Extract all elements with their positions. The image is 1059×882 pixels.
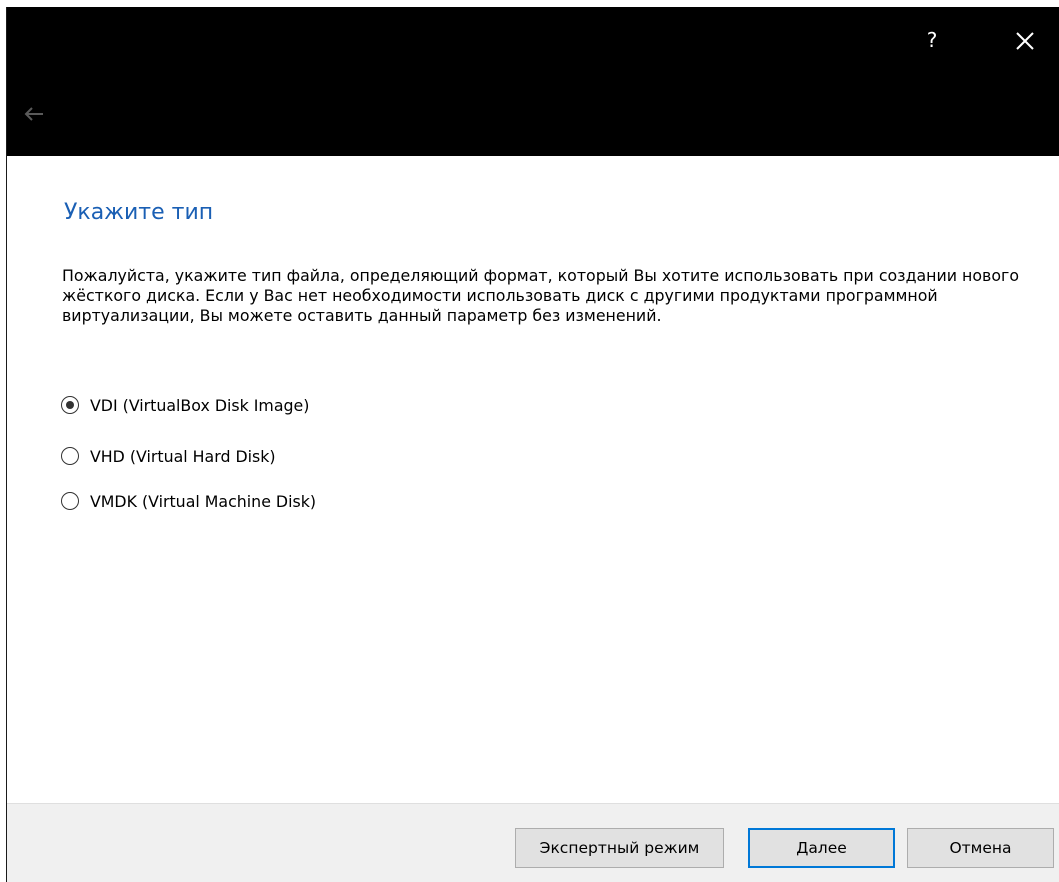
title-bar: ?: [7, 7, 1059, 156]
help-button[interactable]: ?: [917, 25, 947, 55]
radio-button[interactable]: [61, 492, 79, 510]
radio-option-vdi[interactable]: VDI (VirtualBox Disk Image): [61, 393, 309, 417]
wizard-page: Укажите тип Пожалуйста, укажите тип файл…: [7, 156, 1059, 803]
back-arrow-icon: [24, 107, 43, 121]
page-description: Пожалуйста, укажите тип файла, определяю…: [62, 266, 1019, 325]
close-button[interactable]: [1007, 23, 1043, 59]
next-button[interactable]: Далее: [748, 828, 895, 868]
close-icon: [1016, 32, 1034, 50]
page-title: Укажите тип: [64, 200, 214, 225]
back-button[interactable]: [21, 101, 47, 127]
radio-label-vdi: VDI (VirtualBox Disk Image): [90, 395, 310, 415]
expert-mode-button[interactable]: Экспертный режим: [515, 828, 724, 868]
button-bar: Экспертный режим Далее Отмена: [7, 803, 1059, 882]
radio-label-vhd: VHD (Virtual Hard Disk): [90, 446, 276, 466]
dialog-window: ? Укажите тип Пожалуйста, укажите тип фа…: [6, 7, 1059, 882]
radio-label-vmdk: VMDK (Virtual Machine Disk): [90, 491, 317, 511]
cancel-button[interactable]: Отмена: [907, 828, 1054, 868]
radio-button-checked[interactable]: [61, 396, 79, 414]
radio-option-vmdk[interactable]: VMDK (Virtual Machine Disk): [61, 489, 316, 513]
radio-option-vhd[interactable]: VHD (Virtual Hard Disk): [61, 444, 276, 468]
radio-button[interactable]: [61, 447, 79, 465]
